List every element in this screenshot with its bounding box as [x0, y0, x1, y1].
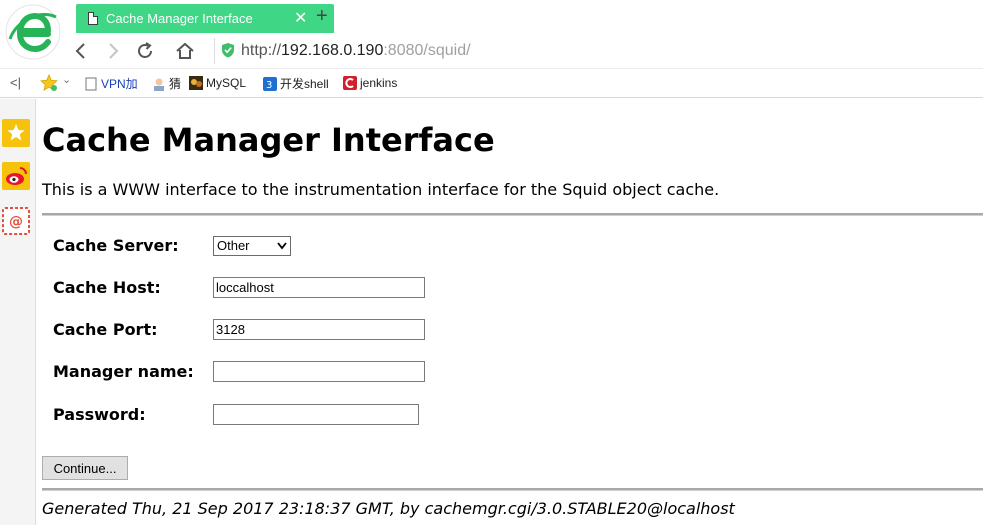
security-shield-icon — [222, 43, 234, 58]
chevron-down-icon — [277, 242, 287, 250]
tab-title: Cache Manager Interface — [106, 11, 253, 26]
favorites-star-icon[interactable] — [40, 74, 58, 92]
bookmark-label: MySQL — [206, 75, 247, 90]
password-input[interactable] — [213, 404, 419, 425]
cache-server-selected: Other — [217, 238, 250, 253]
generated-footer: Generated Thu, 21 Sep 2017 23:18:37 GMT,… — [42, 499, 735, 518]
bookmark-jenkins[interactable]: jenkins — [343, 75, 397, 93]
shell-icon: 3 — [263, 76, 277, 91]
bookmark-mysql[interactable]: MySQL — [189, 75, 246, 93]
address-bar[interactable]: http://192.168.0.190:8080/squid/ — [214, 38, 974, 64]
chevron-down-icon[interactable]: ⌄ — [62, 73, 71, 86]
address-url[interactable]: http://192.168.0.190:8080/squid/ — [241, 42, 471, 60]
page-title: Cache Manager Interface — [42, 121, 495, 159]
url-host: 192.168.0.190 — [281, 42, 384, 59]
new-tab-icon[interactable]: + — [316, 6, 328, 26]
continue-button[interactable]: Continue... — [42, 456, 128, 480]
divider — [42, 213, 983, 216]
cache-server-select[interactable]: Other — [213, 236, 291, 256]
cache-server-label: Cache Server: — [53, 236, 179, 255]
url-port: :8080 — [383, 42, 424, 59]
bookmark-label: jenkins — [360, 75, 398, 90]
manager-name-label: Manager name: — [53, 362, 194, 381]
bookmark-label: VPN加 — [101, 77, 138, 91]
password-label: Password: — [53, 405, 146, 424]
cache-host-input[interactable] — [213, 277, 425, 298]
tab-strip: Cache Manager Interface ✕ + — [66, 0, 983, 34]
tab-cache-manager[interactable]: Cache Manager Interface ✕ — [76, 4, 334, 33]
browser-sidebar: @ — [0, 99, 36, 525]
collapse-sidebar-icon[interactable]: <| — [10, 75, 21, 90]
browser-logo-icon[interactable] — [4, 3, 62, 61]
url-path: /squid/ — [423, 42, 471, 59]
jenkins-icon — [343, 75, 357, 90]
document-icon — [88, 12, 98, 25]
svg-text:@: @ — [9, 214, 23, 230]
mysql-icon — [189, 75, 203, 90]
bookmarks-bar: <| ⌄ VPN加 猜 MySQL 3 开发shell jenkins — [0, 68, 983, 98]
divider — [42, 488, 983, 491]
bookmark-label: 猜 — [169, 77, 182, 91]
page-intro: This is a WWW interface to the instrumen… — [42, 180, 720, 199]
bookmark-vpn[interactable]: VPN加 — [84, 75, 138, 93]
person-icon — [154, 78, 164, 91]
document-icon — [85, 77, 97, 90]
weibo-icon[interactable] — [2, 162, 30, 190]
cache-port-label: Cache Port: — [53, 320, 158, 339]
back-icon[interactable] — [70, 40, 92, 62]
manager-name-input[interactable] — [213, 361, 425, 382]
svg-text:3: 3 — [266, 80, 272, 91]
bookmark-dev-shell[interactable]: 3 开发shell — [263, 75, 329, 93]
page-content: Cache Manager Interface This is a WWW in… — [37, 99, 983, 525]
bookmark-label: 开发shell — [280, 77, 329, 91]
home-icon[interactable] — [174, 40, 196, 62]
reload-icon[interactable] — [134, 40, 156, 62]
bookmark-guess[interactable]: 猜 — [152, 75, 181, 93]
forward-icon[interactable] — [102, 40, 124, 62]
email-icon[interactable]: @ — [2, 207, 30, 235]
close-tab-icon[interactable]: ✕ — [294, 8, 307, 28]
cache-host-label: Cache Host: — [53, 278, 161, 297]
cache-port-input[interactable] — [213, 319, 425, 340]
navigation-toolbar: http://192.168.0.190:8080/squid/ — [66, 34, 983, 68]
favorites-star-icon[interactable] — [2, 119, 30, 147]
url-protocol: http:// — [241, 42, 282, 59]
browser-window: Cache Manager Interface ✕ + http://192.1… — [0, 0, 983, 525]
